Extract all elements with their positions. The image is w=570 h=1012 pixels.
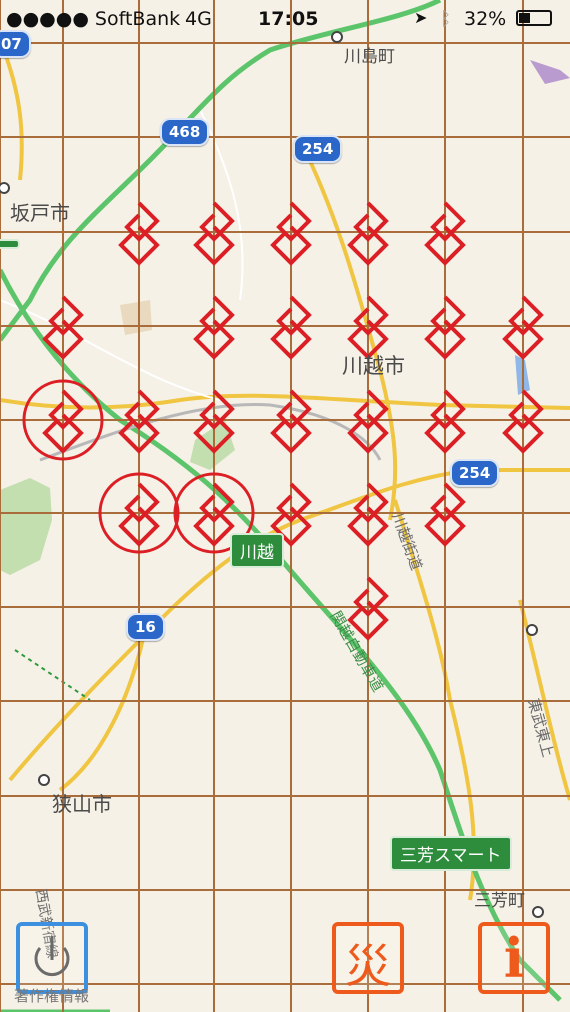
route-shield-468: 468 — [160, 118, 210, 146]
place-label-sakado: 坂戸市 — [10, 201, 70, 225]
copyright-text: 著作権情報 — [14, 987, 90, 1005]
info-button[interactable]: i — [478, 922, 550, 994]
place-label-sayama: 狭山市 — [52, 792, 112, 816]
ic-sign-kawagoe: 川越 — [230, 533, 284, 568]
battery-icon — [516, 10, 552, 26]
place-label-kawagoe-city: 川越市 — [342, 354, 405, 378]
ic-sign-miyoshi-smart: 三芳スマート — [390, 836, 512, 871]
disaster-button[interactable]: 災 — [332, 922, 404, 994]
bluetooth-icon: ᛒ — [440, 8, 452, 30]
network-label: 4G — [185, 8, 212, 30]
place-label-miyoshi: 三芳町 — [474, 891, 525, 911]
power-icon — [34, 936, 70, 977]
route-shield-254-north: 254 — [293, 135, 343, 163]
place-label-kawajima: 川島町 — [344, 47, 395, 67]
road-label-kanetsu: 関越自動車道 — [327, 608, 388, 695]
route-shield-16: 16 — [126, 613, 165, 641]
power-button[interactable] — [16, 922, 88, 994]
battery-label: 32% — [464, 8, 507, 30]
road-label-kawagoe-kaido: 川越街道 — [388, 510, 425, 573]
status-bar: ●●●●● SoftBank 4G 17:05 ➤ ᛒ 32% — [0, 0, 570, 38]
route-shield-407: 07 — [0, 30, 31, 58]
carrier-label: ●●●●● SoftBank — [6, 8, 181, 30]
clock: 17:05 — [258, 8, 319, 30]
ic-sign-edge — [0, 239, 20, 249]
disaster-kanji-label: 災 — [345, 939, 391, 993]
location-arrow-icon: ➤ — [414, 8, 428, 27]
info-icon: i — [503, 926, 525, 990]
route-shield-254-south: 254 — [450, 459, 500, 487]
